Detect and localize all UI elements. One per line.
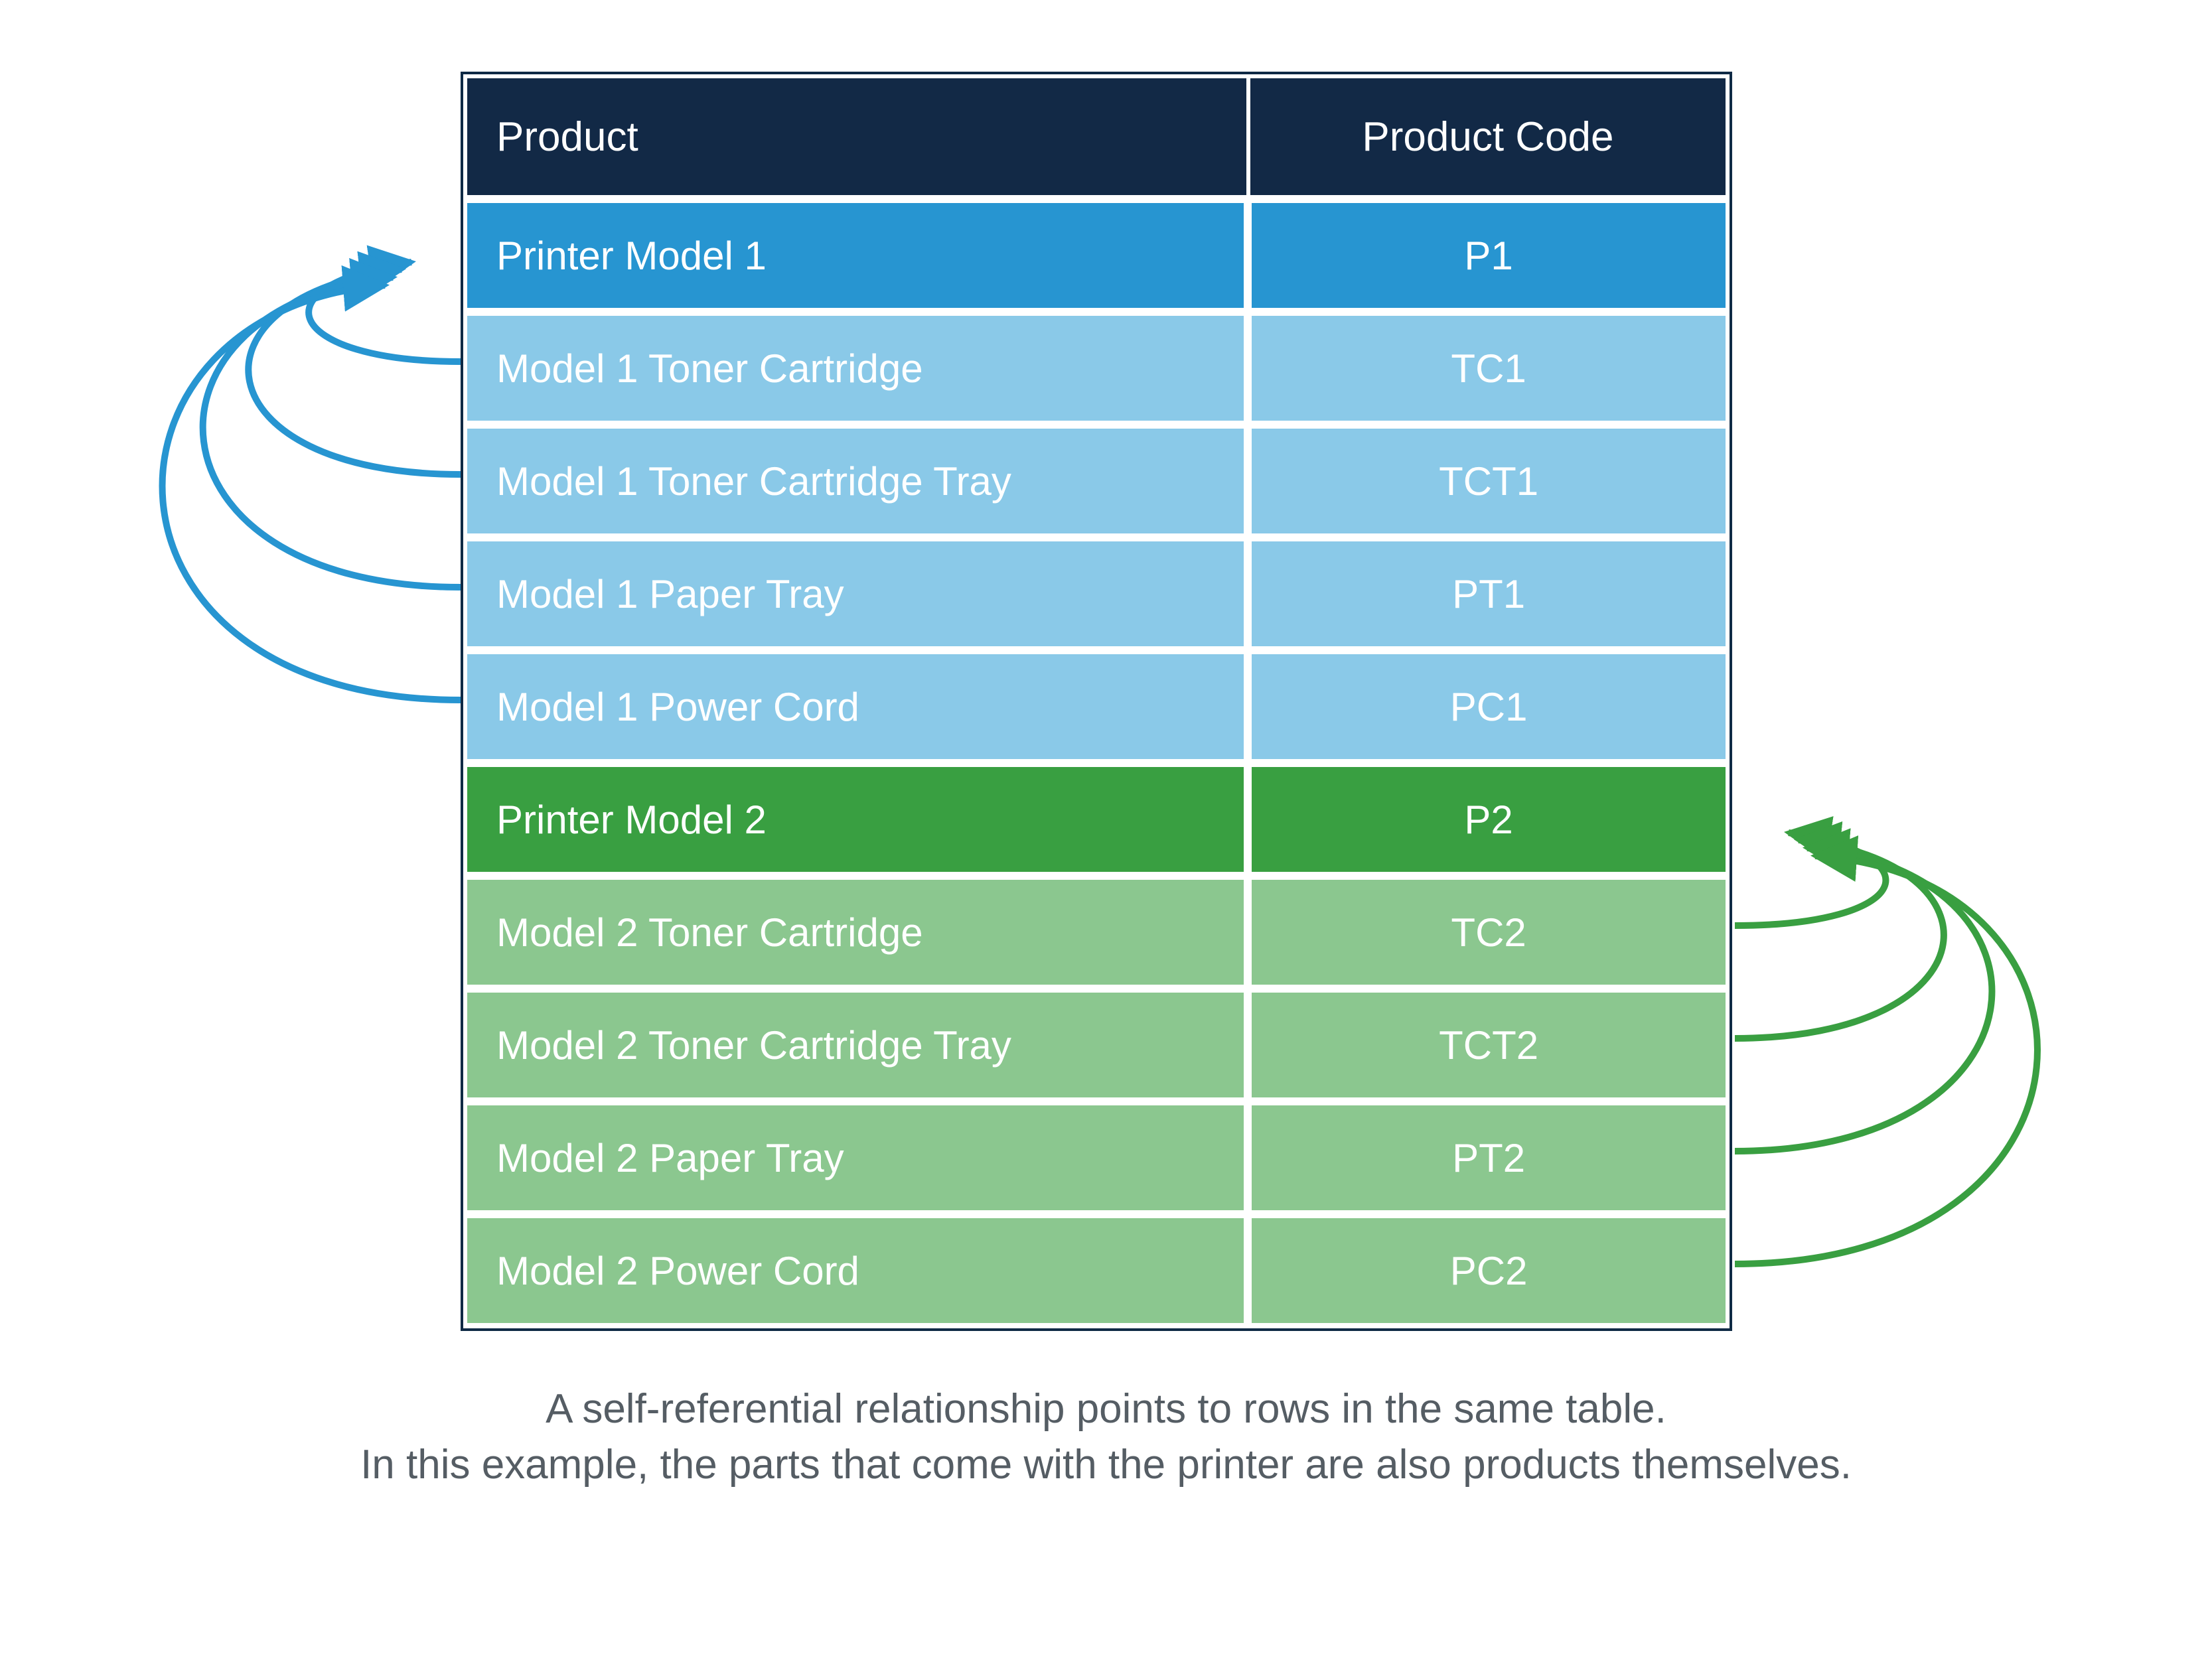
cell-product: Model 2 Toner Cartridge [467,880,1244,985]
cell-code: TCT2 [1252,993,1726,1097]
cell-code: PC1 [1252,654,1726,759]
cell-code: PT2 [1252,1105,1726,1210]
table-row: Printer Model 2 P2 [467,767,1726,872]
table-row: Model 1 Paper Tray PT1 [467,541,1726,646]
product-table: Product Product Code Printer Model 1 P1 … [461,72,1732,1331]
diagram-stage: Product Product Code Printer Model 1 P1 … [0,0,2212,1678]
cell-code: TC2 [1252,880,1726,985]
table-row: Printer Model 1 P1 [467,203,1726,308]
cell-product: Model 1 Paper Tray [467,541,1244,646]
cell-product: Model 1 Toner Cartridge Tray [467,429,1244,533]
caption-line: A self-referential relationship points t… [0,1381,2212,1437]
caption-line: In this example, the parts that come wit… [0,1437,2212,1493]
table-row: Model 1 Toner Cartridge TC1 [467,316,1726,421]
diagram-caption: A self-referential relationship points t… [0,1381,2212,1492]
cell-product: Model 2 Paper Tray [467,1105,1244,1210]
cell-product: Model 2 Toner Cartridge Tray [467,993,1244,1097]
table-row: Model 2 Toner Cartridge TC2 [467,880,1726,985]
green-arrows [1735,833,2037,1264]
cell-code: TC1 [1252,316,1726,421]
cell-product: Model 2 Power Cord [467,1218,1244,1323]
col-header-code: Product Code [1250,78,1726,195]
cell-code: PC2 [1252,1218,1726,1323]
table-row: Model 1 Toner Cartridge Tray TCT1 [467,429,1726,533]
table-row: Model 2 Toner Cartridge Tray TCT2 [467,993,1726,1097]
cell-code: TCT1 [1252,429,1726,533]
table-row: Model 2 Power Cord PC2 [467,1218,1726,1323]
blue-arrows [163,262,461,700]
cell-code: P2 [1252,767,1726,872]
table-row: Model 1 Power Cord PC1 [467,654,1726,759]
cell-product: Printer Model 2 [467,767,1244,872]
cell-code: P1 [1252,203,1726,308]
cell-product: Model 1 Power Cord [467,654,1244,759]
table-header-row: Product Product Code [467,78,1726,195]
cell-product: Model 1 Toner Cartridge [467,316,1244,421]
cell-code: PT1 [1252,541,1726,646]
col-header-product: Product [467,78,1246,195]
cell-product: Printer Model 1 [467,203,1244,308]
table-row: Model 2 Paper Tray PT2 [467,1105,1726,1210]
